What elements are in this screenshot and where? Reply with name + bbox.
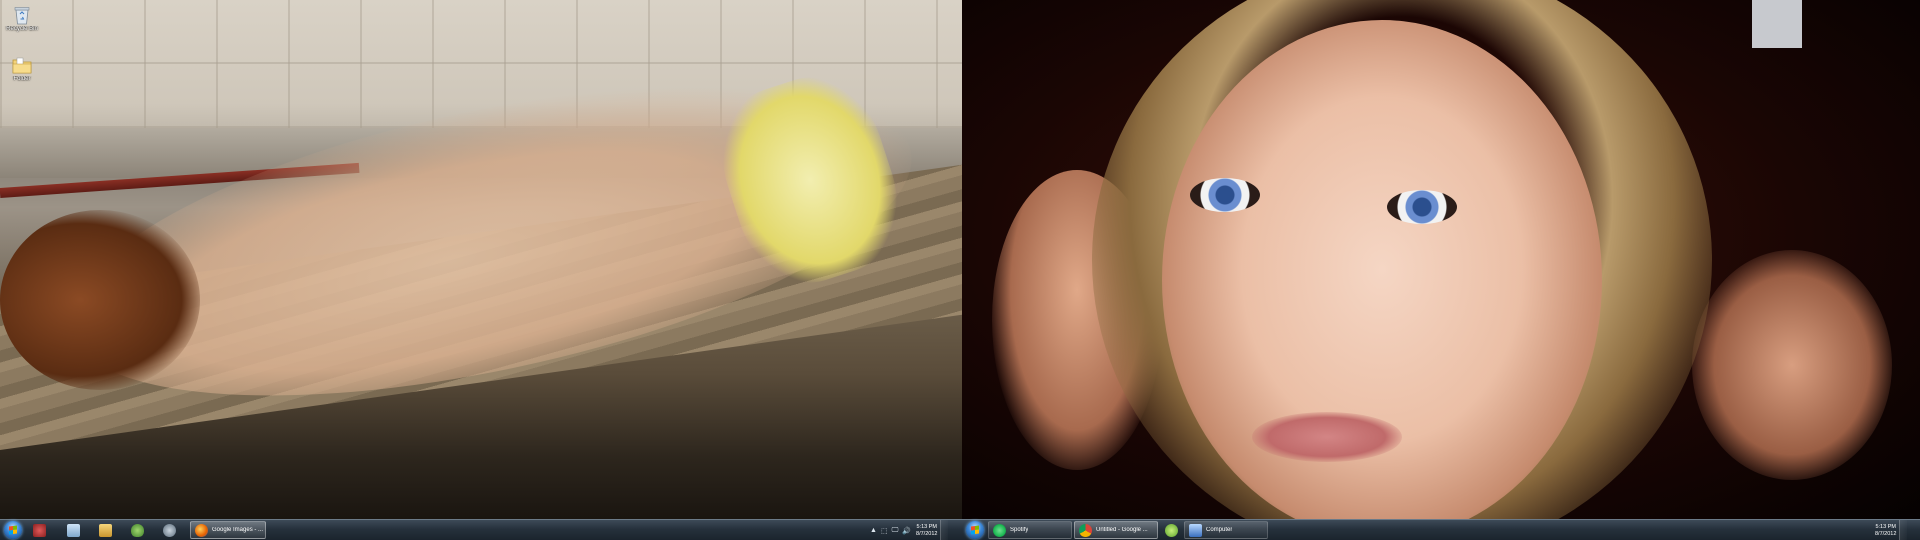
taskbar-pinned-steam[interactable] — [158, 521, 184, 539]
firefox-icon — [195, 523, 208, 537]
taskbar-pinned-notepad[interactable] — [62, 521, 88, 539]
windows-logo-icon — [971, 525, 979, 535]
tray-volume-icon[interactable]: 🔊 — [902, 527, 911, 535]
taskbar-window-label: Google Images - ... — [212, 527, 264, 533]
taskbar-right: Spotify Untitled - Google ... Computer 5… — [962, 519, 1920, 540]
wallpaper-eye-right — [1387, 190, 1457, 224]
taskbar-window-computer[interactable]: Computer — [1184, 521, 1268, 539]
show-desktop-button-secondary[interactable] — [1899, 520, 1908, 540]
taskbar-clock-right[interactable]: 5:13 PM 8/7/2012 — [1875, 524, 1896, 538]
wallpaper-arm-right — [1692, 250, 1892, 480]
folder-icon — [12, 57, 32, 74]
desktop-icon-folder[interactable]: Folder — [2, 54, 42, 83]
wallpaper-hair — [0, 210, 200, 390]
clock-time: 5:13 PM — [1875, 523, 1896, 530]
clock-time: 5:13 PM — [916, 523, 937, 530]
desktop-wallpaper-left — [0, 0, 962, 519]
taskbar-pinned-security[interactable] — [126, 521, 152, 539]
desktop: Recycle Bin Folder Google Images - ... ▲… — [0, 0, 1920, 540]
green-app-icon — [1165, 523, 1178, 537]
taskbar-window-firefox[interactable]: Google Images - ... — [190, 521, 266, 539]
start-button-secondary[interactable] — [966, 521, 984, 539]
notepad-icon — [67, 523, 80, 537]
computer-icon — [1189, 523, 1202, 537]
clock-date: 8/7/2012 — [916, 530, 938, 537]
taskbar-clock-left[interactable]: 5:13 PM 8/7/2012 — [916, 524, 937, 538]
spotify-icon — [993, 523, 1006, 537]
chrome-icon — [1079, 523, 1092, 537]
recycle-bin-icon — [14, 7, 30, 25]
taskbar-left: Google Images - ... ▲ ⬚ 🖵 🔊 5:13 PM 8/7/… — [0, 519, 962, 540]
desktop-icon-label: Folder — [13, 76, 31, 82]
wallpaper-sticker — [1752, 0, 1802, 48]
monitor-right: Spotify Untitled - Google ... Computer 5… — [962, 0, 1920, 540]
media-player-icon — [33, 523, 46, 537]
security-shield-icon — [131, 523, 144, 537]
tray-overflow-icon[interactable]: ▲ — [870, 527, 877, 534]
taskbar-window-chrome[interactable]: Untitled - Google ... — [1074, 521, 1158, 539]
wallpaper-lips — [1252, 412, 1402, 462]
show-desktop-button[interactable] — [940, 520, 949, 540]
desktop-wallpaper-right — [962, 0, 1920, 519]
explorer-folder-icon — [99, 523, 112, 537]
desktop-icon-recycle-bin[interactable]: Recycle Bin — [2, 4, 42, 33]
system-tray-secondary: 5:13 PM 8/7/2012 — [1872, 520, 1920, 540]
taskbar-window-green-app[interactable] — [1160, 521, 1182, 539]
steam-icon — [163, 523, 176, 537]
tray-network-icon[interactable]: 🖵 — [892, 527, 899, 535]
clock-date: 8/7/2012 — [1875, 530, 1897, 537]
taskbar-window-label: Spotify — [1010, 527, 1029, 533]
windows-logo-icon — [9, 525, 17, 535]
desktop-icon-label: Recycle Bin — [6, 26, 38, 32]
monitor-left: Recycle Bin Folder Google Images - ... ▲… — [0, 0, 962, 540]
system-tray: ▲ ⬚ 🖵 🔊 5:13 PM 8/7/2012 — [868, 520, 962, 540]
taskbar-pinned-explorer[interactable] — [94, 521, 120, 539]
taskbar-window-spotify[interactable]: Spotify — [988, 521, 1072, 539]
tray-action-center-icon[interactable]: ⬚ — [881, 527, 888, 535]
taskbar-window-label: Computer — [1206, 527, 1233, 533]
wallpaper-eye-left — [1190, 178, 1260, 212]
taskbar-window-label: Untitled - Google ... — [1096, 527, 1148, 533]
taskbar-pinned-media-player[interactable] — [28, 521, 56, 539]
start-button[interactable] — [4, 521, 22, 539]
